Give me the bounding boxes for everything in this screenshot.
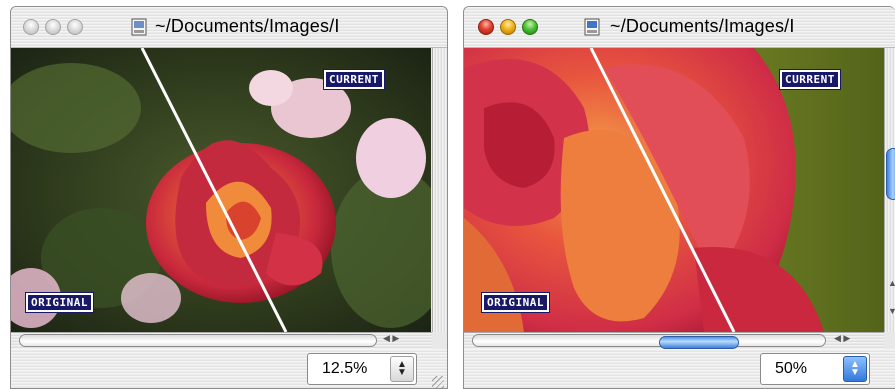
image-canvas[interactable]: CURRENT ORIGINAL	[11, 48, 431, 332]
close-icon[interactable]	[23, 19, 39, 35]
scroll-up-icon[interactable]: ▲	[888, 278, 895, 288]
zoom-value: 12.5%	[322, 360, 368, 377]
horizontal-scroll-thumb[interactable]	[659, 336, 739, 349]
scroll-arrows-icon[interactable]: ◀ ▶	[834, 333, 850, 344]
scroll-arrows-icon[interactable]: ◀ ▶	[383, 333, 399, 344]
titlebar[interactable]: ~/Documents/Images/I	[11, 7, 447, 48]
document-proxy-icon[interactable]	[131, 18, 147, 36]
image-canvas[interactable]: CURRENT ORIGINAL	[464, 48, 884, 332]
vertical-scroll-thumb[interactable]	[886, 148, 895, 200]
image-window-right: ~/Documents/Images/I CURRENT ORIGINAL ◀ …	[463, 6, 895, 389]
scroll-track[interactable]	[19, 334, 377, 347]
minimize-icon[interactable]	[500, 19, 516, 35]
horizontal-scrollbar[interactable]: ◀ ▶	[11, 332, 432, 350]
status-footer: 12.5% ▲ ▼	[11, 349, 447, 388]
window-title: ~/Documents/Images/I	[610, 16, 795, 36]
zoom-value: 50%	[775, 360, 808, 377]
scroll-down-icon[interactable]: ▼	[888, 306, 895, 316]
vertical-scrollbar[interactable]: ▲ ▼	[884, 48, 895, 332]
document-proxy-icon[interactable]	[584, 18, 600, 36]
horizontal-scrollbar[interactable]: ◀ ▶	[464, 332, 884, 350]
original-label: ORIGINAL	[26, 293, 93, 312]
status-footer: 50% ▲ ▼	[464, 349, 895, 388]
scroll-track[interactable]	[472, 334, 826, 349]
rose-photo-zoomed-in	[464, 48, 884, 332]
close-icon[interactable]	[478, 19, 494, 35]
current-label: CURRENT	[324, 70, 384, 89]
zoom-icon[interactable]	[67, 19, 83, 35]
zoom-icon[interactable]	[522, 19, 538, 35]
resize-grip-icon[interactable]	[432, 376, 444, 388]
updown-stepper-icon[interactable]: ▲ ▼	[843, 356, 867, 382]
current-label: CURRENT	[780, 70, 840, 89]
updown-stepper-icon[interactable]: ▲ ▼	[390, 356, 414, 382]
rose-photo-zoomed-out	[11, 48, 431, 332]
original-label: ORIGINAL	[482, 293, 549, 312]
window-title: ~/Documents/Images/I	[155, 16, 340, 36]
zoom-popup[interactable]: 50% ▲ ▼	[760, 353, 870, 385]
titlebar[interactable]: ~/Documents/Images/I	[464, 7, 895, 48]
vertical-scrollbar[interactable]	[432, 48, 447, 332]
minimize-icon[interactable]	[45, 19, 61, 35]
zoom-popup[interactable]: 12.5% ▲ ▼	[307, 353, 417, 385]
image-window-left: ~/Documents/Images/I CURRENT ORIGINAL ◀ …	[10, 6, 448, 389]
